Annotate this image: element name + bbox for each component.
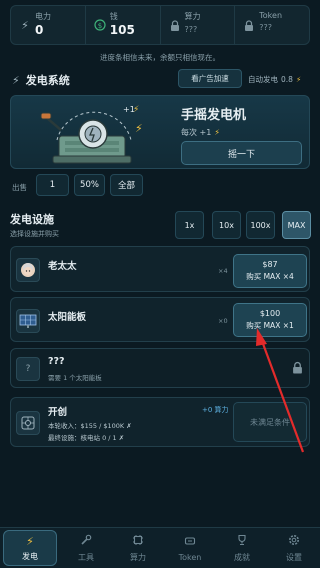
- svg-text:⚡: ⚡: [133, 105, 139, 115]
- qty-10x-button[interactable]: 10x: [212, 211, 241, 239]
- stat-value: ???: [259, 23, 272, 32]
- nav-label: 算力: [130, 552, 146, 562]
- rate-label: 每次 +1: [181, 128, 212, 137]
- facility-name: 老太太: [48, 261, 77, 272]
- stat-label: 算力: [184, 12, 201, 21]
- startup-name: 开创: [48, 407, 68, 418]
- old-lady-icon: [16, 258, 40, 282]
- auto-value: 0.8: [281, 75, 293, 84]
- facility-count: ×0: [218, 317, 228, 325]
- buy-solar-panel-button[interactable]: $100 购买 MAX ×1: [233, 303, 307, 337]
- generator-illustration: +1 ⚡ ⚡: [40, 105, 143, 164]
- buy-action: 购买 MAX ×1: [246, 321, 294, 330]
- buy-price: $87: [262, 260, 278, 269]
- nav-achievements[interactable]: 成就: [216, 528, 268, 568]
- watch-ad-button[interactable]: 看广告加速: [178, 69, 242, 88]
- trophy-icon: [236, 534, 248, 549]
- nav-label: 发电: [22, 551, 38, 561]
- stat-label: Token: [259, 11, 283, 20]
- qty-max-button[interactable]: MAX: [282, 211, 311, 239]
- svg-text:⚡: ⚡: [135, 122, 143, 135]
- facilities-header: 发电设施 选择设施并购买: [10, 211, 59, 239]
- sell-label: 出售: [12, 183, 27, 192]
- locked-requirement: 需要 1 个太阳能板: [48, 374, 102, 382]
- qty-100x-button[interactable]: 100x: [246, 211, 275, 239]
- lightning-icon: ⚡: [21, 18, 29, 32]
- startup-bonus: +0 算力: [202, 406, 229, 414]
- generator-title: 手摇发电机: [181, 108, 247, 123]
- auto-label: 自动发电: [248, 75, 278, 84]
- locked-name: ???: [48, 356, 65, 367]
- facility-name: 太阳能板: [48, 312, 87, 323]
- stat-label: 电力: [35, 12, 51, 21]
- sell-option-all[interactable]: 全部: [110, 174, 143, 196]
- facilities-subtitle: 选择设施并购买: [10, 230, 59, 238]
- stat-value: 0: [35, 23, 44, 37]
- nav-label: 成就: [234, 552, 250, 562]
- svg-text:$: $: [98, 22, 102, 30]
- stat-value: ???: [184, 25, 198, 34]
- nav-label: 设置: [286, 552, 302, 562]
- lightning-icon: ⚡: [26, 534, 34, 548]
- startup-line2: 最终设施：核电站 0 / 1 ✗: [48, 434, 125, 442]
- buy-price: $100: [259, 309, 281, 318]
- generator-rate: 每次 +1 ⚡: [181, 127, 220, 138]
- facility-count: ×4: [218, 267, 228, 275]
- qty-1x-button[interactable]: 1x: [175, 211, 204, 239]
- lock-icon: [292, 361, 303, 377]
- stat-power: ⚡ 电力 0: [11, 6, 86, 44]
- facility-card-locked: ? ??? 需要 1 个太阳能板: [10, 348, 310, 388]
- nav-settings[interactable]: 设置: [268, 528, 320, 568]
- startup-status-button[interactable]: 未满足条件: [233, 402, 307, 442]
- wrench-icon: [80, 534, 92, 549]
- lightning-icon: ⚡: [295, 75, 302, 84]
- facility-card-solar-panel: 太阳能板 ×0 $100 购买 MAX ×1: [10, 297, 310, 342]
- stat-value: 105: [109, 23, 135, 37]
- stat-money: $ 钱 105: [86, 6, 161, 44]
- lock-icon: [169, 19, 181, 31]
- lock-icon: [243, 19, 255, 31]
- facilities-title: 发电设施: [10, 213, 54, 226]
- nav-compute[interactable]: 算力: [112, 528, 164, 568]
- unknown-facility-icon: ?: [16, 357, 40, 381]
- buy-action: 购买 MAX ×4: [246, 272, 294, 281]
- buy-old-lady-button[interactable]: $87 购买 MAX ×4: [233, 254, 307, 288]
- stat-label: 钱: [109, 12, 118, 21]
- power-section-title: ⚡ 发电系统: [12, 72, 70, 88]
- startup-line1: 本轮收入：$155 / $100K ✗: [48, 422, 132, 430]
- nav-label: Token: [178, 552, 202, 562]
- sell-option-1[interactable]: 1: [36, 174, 69, 196]
- lightning-icon: ⚡: [12, 73, 20, 87]
- solar-panel-icon: [16, 309, 40, 333]
- lightning-icon: ⚡: [214, 128, 220, 137]
- stat-compute: 算力 ???: [161, 6, 236, 44]
- gear-icon: [288, 534, 300, 549]
- nav-tools[interactable]: 工具: [60, 528, 112, 568]
- crank-button[interactable]: 摇一下: [181, 141, 302, 165]
- notice-text: 进度条相信未来，余额只相信现在。: [100, 53, 220, 62]
- token-icon: [184, 535, 196, 550]
- generator-card: +1 ⚡ ⚡ 手摇发电机 每次 +1 ⚡ 摇一下: [10, 95, 310, 169]
- stat-token: Token ???: [235, 6, 309, 44]
- power-section-label: 发电系统: [25, 74, 70, 87]
- facility-card-old-lady: 老太太 ×4 $87 购买 MAX ×4: [10, 246, 310, 292]
- nav-token[interactable]: Token: [164, 528, 216, 568]
- startup-card: 开创 本轮收入：$155 / $100K ✗ 最终设施：核电站 0 / 1 ✗ …: [10, 397, 310, 447]
- startup-icon: [16, 411, 40, 435]
- nav-power[interactable]: ⚡ 发电: [3, 530, 57, 566]
- cpu-icon: [132, 534, 144, 549]
- auto-generate-readout: 自动发电 0.8 ⚡: [248, 74, 301, 85]
- dollar-icon: $: [94, 19, 106, 31]
- nav-label: 工具: [78, 552, 94, 562]
- bottom-nav: ⚡ 发电 工具 算力 Token 成就 设置: [0, 527, 320, 568]
- stats-bar: ⚡ 电力 0 $ 钱 105 算力 ??? Token ???: [10, 5, 310, 45]
- sell-option-half[interactable]: 50%: [74, 174, 105, 196]
